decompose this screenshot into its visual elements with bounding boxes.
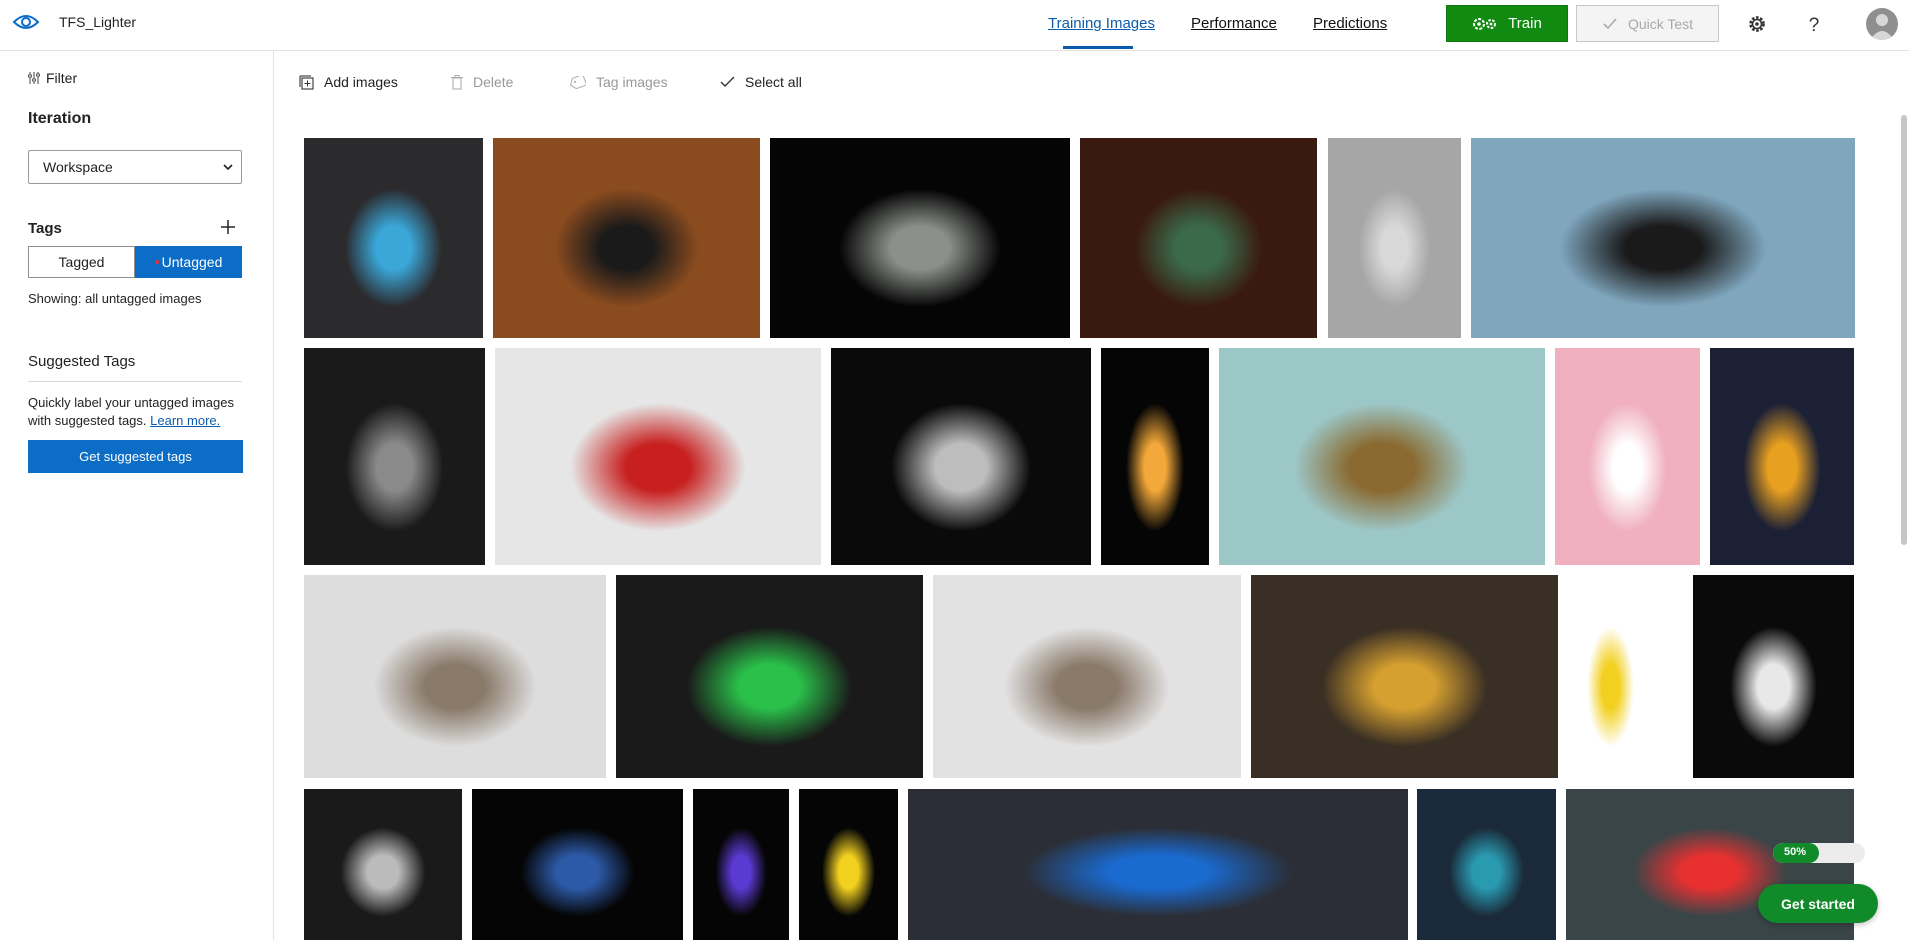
delete-button[interactable]: Delete [451, 74, 513, 90]
untagged-toggle[interactable]: Untagged [135, 246, 242, 278]
filter-button[interactable]: Filter [27, 70, 77, 86]
gallery-image[interactable] [1328, 138, 1461, 338]
add-images-button[interactable]: Add images [299, 74, 398, 90]
active-tab-indicator [1063, 46, 1133, 49]
tab-training-images[interactable]: Training Images [1048, 15, 1155, 32]
train-label: Train [1508, 15, 1542, 32]
gallery-image[interactable] [933, 575, 1241, 778]
gallery-image[interactable] [472, 789, 683, 940]
gallery-image[interactable] [1555, 348, 1700, 565]
showing-status: Showing: all untagged images [28, 291, 202, 306]
gallery-image[interactable] [831, 348, 1091, 565]
tab-predictions[interactable]: Predictions [1313, 15, 1387, 32]
gallery-image[interactable] [1693, 575, 1854, 778]
gallery-image[interactable] [1417, 789, 1556, 940]
trash-icon [451, 74, 463, 89]
gallery-image[interactable] [1471, 138, 1855, 338]
project-name: TFS_Lighter [59, 14, 137, 30]
filter-label: Filter [46, 70, 78, 86]
iteration-heading: Iteration [28, 110, 92, 127]
gallery-image[interactable] [304, 138, 483, 338]
gallery-image[interactable] [908, 789, 1408, 940]
tagged-toggle[interactable]: Tagged [28, 246, 135, 278]
gallery-image[interactable] [493, 138, 760, 338]
divider [28, 381, 242, 382]
untagged-label: Untagged [161, 254, 223, 270]
filter-sliders-icon [28, 72, 40, 84]
suggested-tags-description: Quickly label your untagged images with … [28, 394, 248, 430]
delete-label: Delete [473, 74, 514, 90]
tag-images-button[interactable]: Tag images [569, 74, 668, 90]
iteration-select[interactable]: Workspace [28, 150, 242, 184]
question-mark-icon[interactable]: ? [1803, 13, 1825, 35]
gallery-image[interactable] [1080, 138, 1317, 338]
get-suggested-tags-button[interactable]: Get suggested tags [28, 440, 243, 473]
add-image-icon [299, 74, 314, 90]
gallery-image[interactable] [770, 138, 1070, 338]
progress-label: 50% [1784, 846, 1807, 858]
gallery-image[interactable] [1101, 348, 1209, 565]
chevron-down-icon [223, 163, 233, 170]
gallery-image[interactable] [799, 789, 898, 940]
tag-icon [570, 75, 586, 89]
learn-more-link[interactable]: Learn more. [150, 413, 220, 428]
gallery-image[interactable] [304, 575, 606, 778]
gallery-image[interactable] [495, 348, 821, 565]
user-avatar-icon[interactable] [1866, 8, 1898, 40]
suggested-tags-heading: Suggested Tags [28, 353, 136, 370]
select-all-button[interactable]: Select all [720, 74, 802, 90]
add-images-label: Add images [324, 74, 398, 90]
scrollbar[interactable] [1901, 115, 1907, 545]
tag-images-label: Tag images [596, 74, 668, 90]
select-all-label: Select all [745, 74, 802, 90]
gallery-image[interactable] [616, 575, 923, 778]
eye-icon[interactable] [12, 10, 40, 34]
train-button[interactable]: Train [1446, 5, 1568, 42]
get-started-button[interactable]: Get started [1758, 884, 1878, 923]
gallery-image[interactable] [304, 348, 485, 565]
checkmark-icon [720, 76, 735, 87]
add-tag-icon[interactable] [220, 219, 236, 235]
quick-test-label: Quick Test [1627, 15, 1694, 32]
gallery-image[interactable] [1219, 348, 1545, 565]
untagged-dot-icon [154, 260, 159, 264]
gear-icon[interactable] [1746, 13, 1768, 35]
svg-text:?: ? [1809, 15, 1820, 35]
tags-heading: Tags [28, 220, 62, 237]
iteration-value: Workspace [43, 159, 113, 175]
top-bar: TFS_Lighter Training Images Performance … [0, 0, 1909, 51]
gallery-image[interactable] [1567, 575, 1654, 778]
gallery-image[interactable] [693, 789, 789, 940]
quick-test-button[interactable]: Quick Test [1576, 5, 1719, 42]
checkmark-icon [1603, 17, 1617, 29]
sidebar: Filter Iteration Workspace Tags Tagged U… [0, 51, 274, 940]
gallery-image[interactable] [304, 789, 462, 940]
gallery-image[interactable] [1710, 348, 1854, 565]
person-icon [1870, 14, 1894, 40]
gears-icon [1473, 17, 1497, 30]
tab-performance[interactable]: Performance [1191, 15, 1277, 32]
gallery-image[interactable] [1251, 575, 1558, 778]
